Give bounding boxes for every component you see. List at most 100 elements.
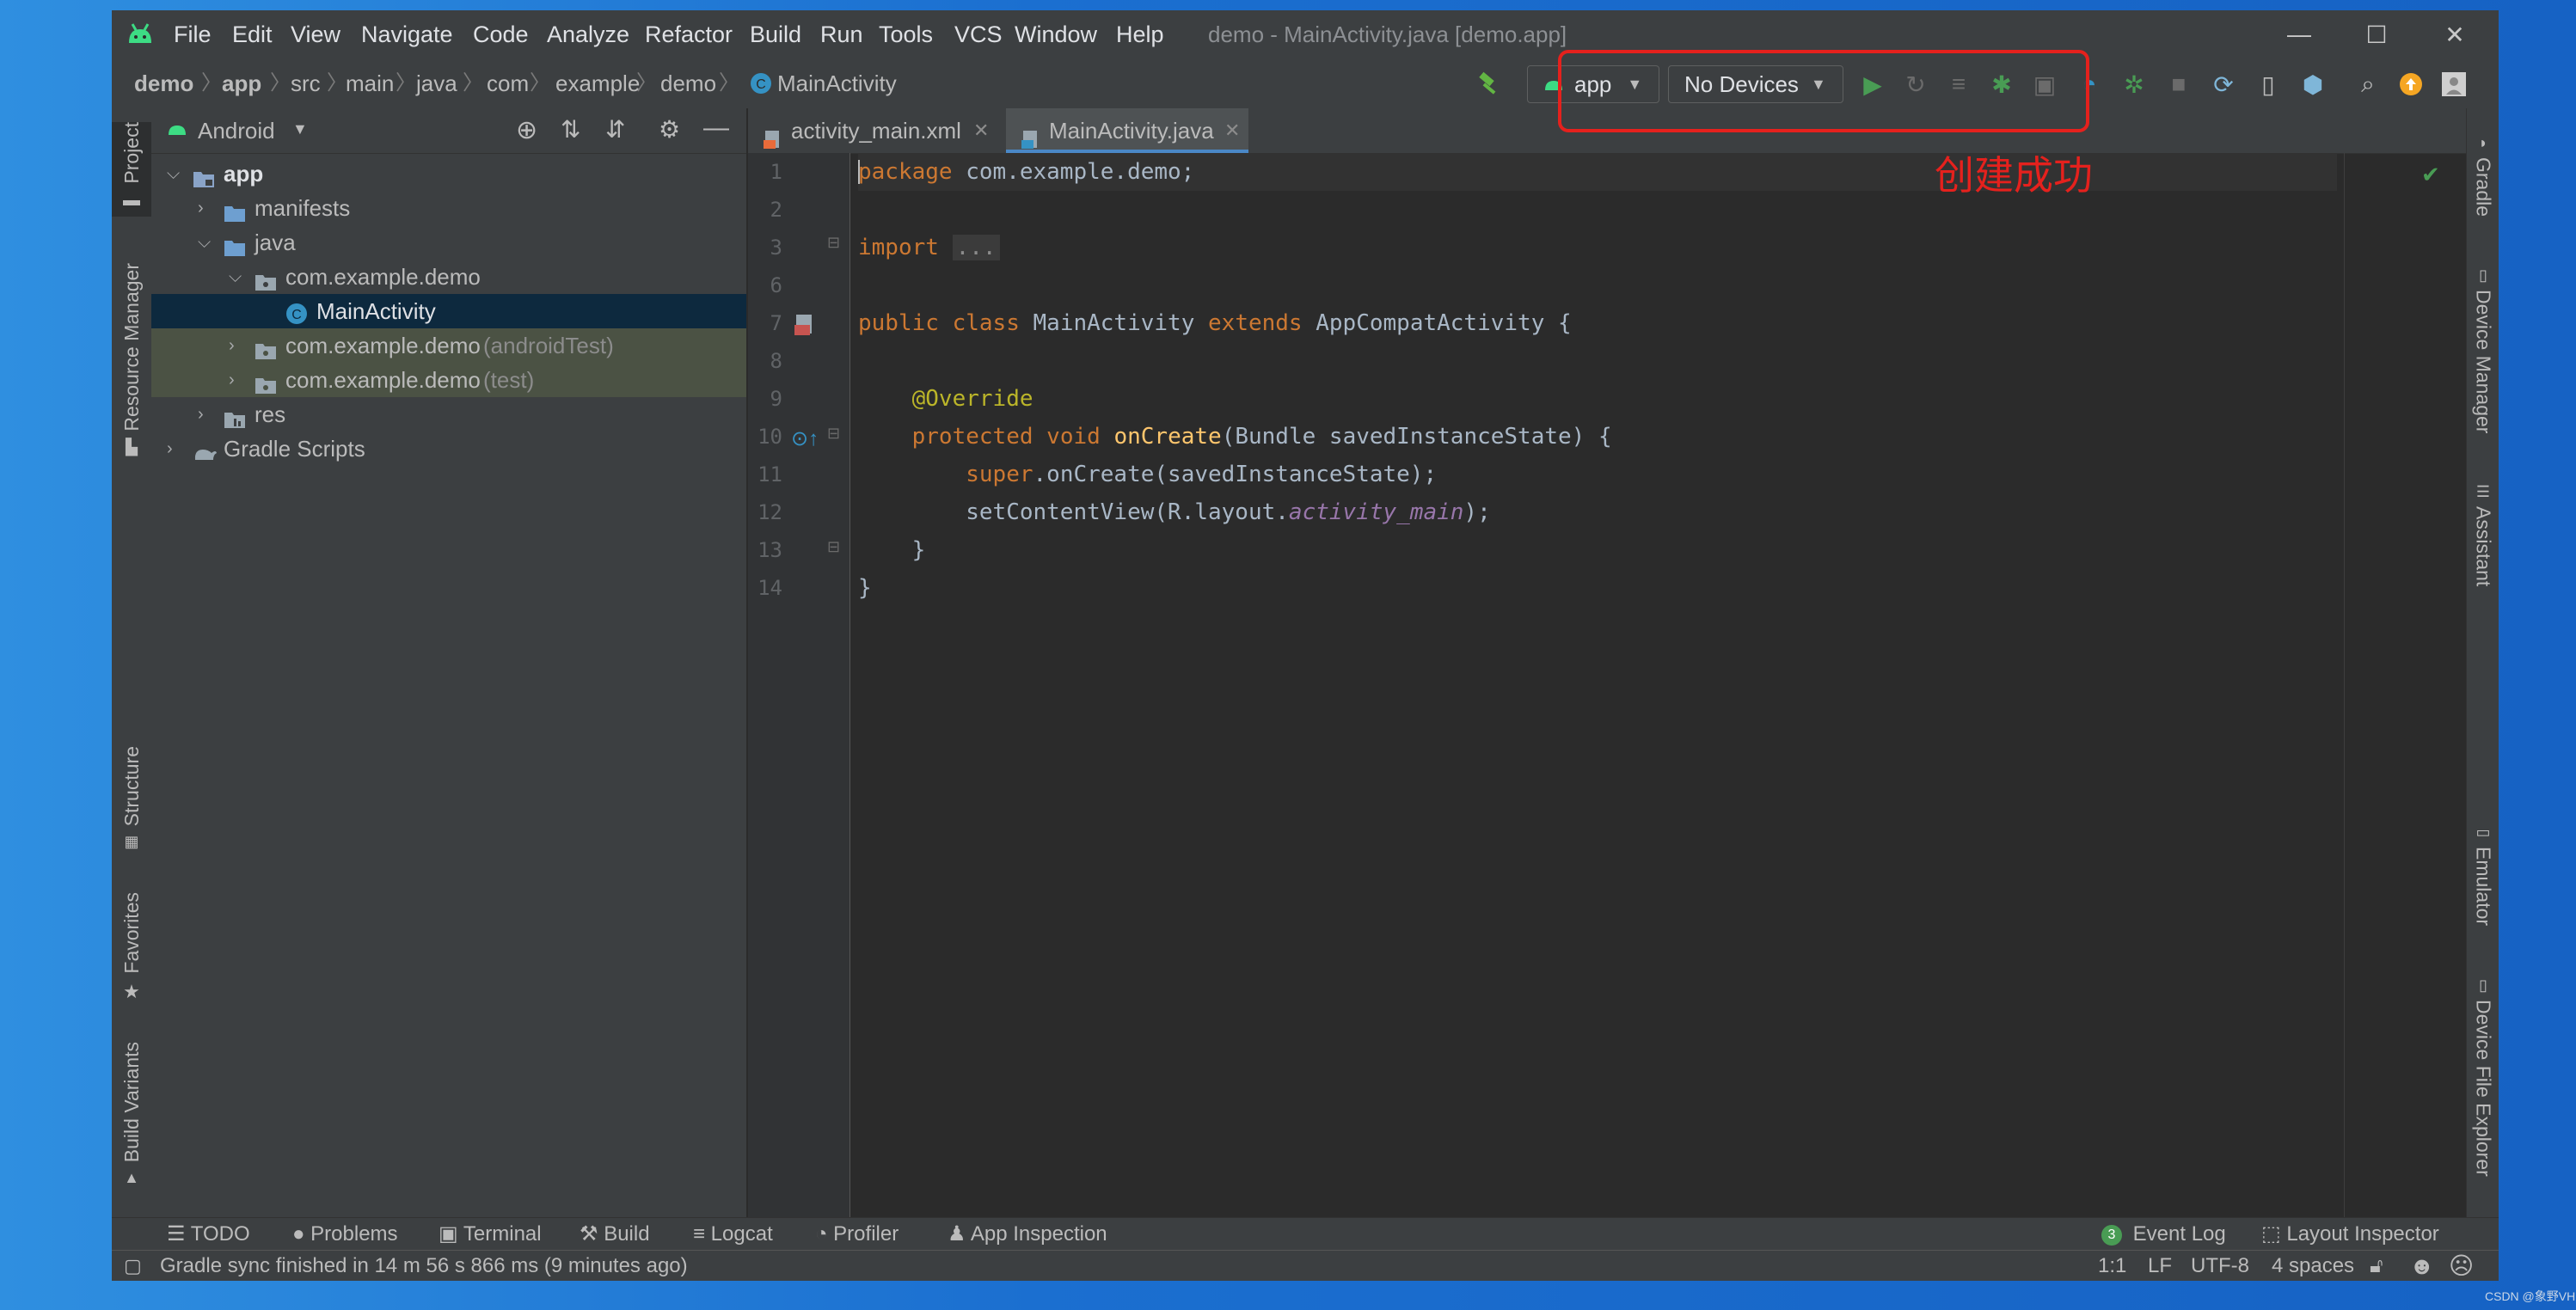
device-file-explorer-tool-tab[interactable]: ▯ Device File Explorer [2463,976,2499,1200]
tree-item-manifests[interactable]: › manifests [151,191,746,225]
file-encoding[interactable]: UTF-8 [2191,1251,2249,1281]
breadcrumb-main[interactable]: main [346,58,394,108]
tree-item-package-main[interactable]: ⌵ com.example.demo [151,260,746,294]
minimize-icon[interactable]: — [2260,10,2338,58]
menu-help[interactable]: Help [1116,10,1164,58]
project-view-selector[interactable]: Android [198,108,275,153]
gradle-sync-icon[interactable]: ⟳ [2206,67,2241,101]
lock-icon[interactable]: 🔓︎ [2370,1251,2383,1281]
menu-view[interactable]: View [291,10,340,58]
breadcrumb-app[interactable]: app [222,58,261,108]
smiley-feedback-icon[interactable]: ☻ [2409,1251,2434,1281]
breadcrumb-src[interactable]: src [291,58,321,108]
sdk-manager-icon[interactable]: ⬢ [2296,67,2330,101]
line-separator[interactable]: LF [2148,1251,2172,1281]
tab-logcat[interactable]: ≡ Logcat [693,1218,773,1251]
tab-app-inspection[interactable]: ♟ App Inspection [948,1218,1107,1251]
fold-toggle-icon[interactable]: ⊟ [827,538,840,556]
build-variants-icon: ▲ [124,1169,139,1187]
tree-item-package-test[interactable]: › com.example.demo (test) [151,363,746,397]
indent-setting[interactable]: 4 spaces [2272,1251,2354,1281]
account-avatar-icon[interactable] [2437,67,2471,101]
tab-profiler[interactable]: ◔ Profiler [815,1218,899,1251]
menu-refactor[interactable]: Refactor [645,10,733,58]
tab-activity-main-xml[interactable]: activity_main.xml ✕ [748,108,997,153]
chevron-down-icon[interactable]: ⌵ [229,260,242,294]
emulator-tool-tab[interactable]: ▭ Emulator [2463,823,2499,944]
menu-edit[interactable]: Edit [232,10,273,58]
breadcrumb-demo[interactable]: demo [134,58,193,108]
breadcrumb-com[interactable]: com [487,58,529,108]
toggle-tool-windows-icon[interactable]: ▢ [124,1251,142,1281]
tree-item-app[interactable]: ⌵ app [151,156,746,191]
hammer-build-icon[interactable] [1472,67,1506,101]
stop-icon[interactable]: ■ [2162,67,2196,101]
tree-item-suffix: (test) [483,367,535,393]
fold-toggle-icon[interactable]: ⊟ [827,425,840,443]
sad-feedback-icon[interactable]: ☹ [2449,1251,2474,1281]
gradle-tool-tab[interactable]: ◗ Gradle [2463,134,2499,254]
tree-item-java[interactable]: ⌵ java [151,225,746,260]
structure-tool-tab[interactable]: Structure ▦ [112,746,151,866]
breadcrumb-mainactivity[interactable]: MainActivity [777,58,897,108]
menu-file[interactable]: File [174,10,212,58]
tab-layout-inspector[interactable]: ⬚ Layout Inspector [2261,1218,2439,1251]
hide-panel-icon[interactable]: — [703,113,729,143]
menu-window[interactable]: Window [1015,10,1097,58]
update-icon[interactable] [2394,67,2428,101]
resource-manager-tool-tab[interactable]: Resource Manager ▙ [112,263,151,469]
collapse-all-icon[interactable]: ⇵ [605,115,625,144]
tree-item-gradle-scripts[interactable]: › Gradle Scripts [151,432,746,466]
chevron-right-icon[interactable]: › [167,432,173,466]
expand-all-icon[interactable]: ⇅ [561,115,580,144]
tree-item-package-androidtest[interactable]: › com.example.demo (androidTest) [151,328,746,363]
tab-problems[interactable]: ● Problems [292,1218,398,1251]
chevron-down-icon[interactable]: ⌵ [167,156,180,191]
close-icon[interactable]: ✕ [2416,10,2493,58]
status-message[interactable]: Gradle sync finished in 14 m 56 s 866 ms… [160,1251,688,1281]
tree-item-res[interactable]: › res [151,397,746,432]
tab-build[interactable]: ⚒ Build [580,1218,650,1251]
breadcrumb-example[interactable]: example [555,58,640,108]
locate-icon[interactable]: ⊕ [516,115,537,145]
maximize-icon[interactable]: ☐ [2338,10,2415,58]
menu-tools[interactable]: Tools [879,10,933,58]
tab-event-log[interactable]: 3 Event Log [2101,1218,2226,1251]
fold-toggle-icon[interactable]: ⊟ [827,234,840,252]
build-variants-tool-tab[interactable]: Build Variants ▲ [112,1042,151,1205]
breadcrumb-java[interactable]: java [416,58,457,108]
chevron-down-icon[interactable]: ▼ [292,120,308,138]
device-manager-icon[interactable]: ▯ [2251,67,2285,101]
close-tab-icon[interactable]: ✕ [973,108,989,153]
cursor-position[interactable]: 1:1 [2098,1251,2126,1281]
chevron-down-icon[interactable]: ⌵ [198,225,211,260]
chevron-right-icon[interactable]: › [229,328,235,363]
gear-icon[interactable]: ⚙ [659,115,680,144]
device-manager-tool-tab[interactable]: ▯ Device Manager [2463,266,2499,464]
search-icon[interactable]: ⌕ [2351,67,2385,101]
close-tab-icon[interactable]: ✕ [1224,108,1240,153]
chevron-right-icon[interactable]: › [198,191,204,225]
project-tool-tab[interactable]: Project ▬ [112,122,151,217]
svg-text:C: C [291,308,302,322]
tab-terminal[interactable]: ▣ Terminal [439,1218,542,1251]
layout-xml-gutter-icon[interactable] [793,313,819,341]
tab-mainactivity-java[interactable]: MainActivity.java ✕ [1006,108,1248,153]
menu-analyze[interactable]: Analyze [547,10,629,58]
tree-item-mainactivity[interactable]: C MainActivity [151,294,746,328]
override-gutter-icon[interactable]: ⊙↑ [791,426,819,451]
breadcrumb-separator: 〉 [530,71,550,95]
tab-todo[interactable]: ☰ TODO [167,1218,250,1251]
breadcrumb-demo-package[interactable]: demo [660,58,716,108]
menu-navigate[interactable]: Navigate [361,10,453,58]
chevron-right-icon[interactable]: › [198,397,204,432]
favorites-tool-tab[interactable]: Favorites ★ [112,892,151,1013]
menu-code[interactable]: Code [473,10,529,58]
chevron-right-icon[interactable]: › [229,363,235,397]
assistant-tool-tab[interactable]: ☰ Assistant [2463,483,2499,603]
inspection-ok-icon[interactable]: ✔ [2421,162,2440,188]
debug-attach-icon[interactable]: ✲ [2117,67,2151,101]
menu-vcs[interactable]: VCS [954,10,1003,58]
menu-run[interactable]: Run [820,10,863,58]
menu-build[interactable]: Build [750,10,801,58]
